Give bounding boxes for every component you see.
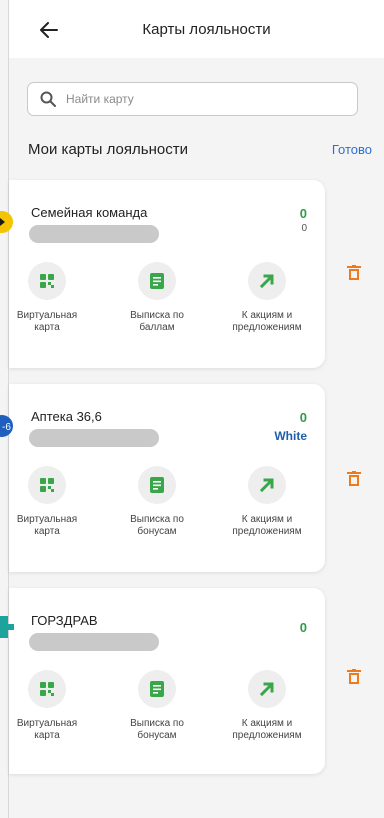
trash-icon: [347, 471, 361, 486]
card-number-masked: [29, 225, 159, 243]
arrow-up-right-icon: [260, 274, 274, 288]
card-actions: Виртуальная карта Выписка по бонусам К акц…: [9, 670, 325, 760]
action-label: предложениям: [232, 322, 302, 333]
card-points: 0: [299, 410, 307, 425]
delete-card-button[interactable]: [344, 666, 364, 688]
promotions-button[interactable]: К акциям и предложениям: [217, 670, 317, 742]
action-label: Выписка по: [130, 514, 184, 525]
bonus-statement-button[interactable]: Выписка по бонусам: [107, 670, 207, 742]
virtual-card-button[interactable]: Виртуальная карта: [0, 466, 97, 538]
trash-icon: [347, 669, 361, 684]
card-name: Семейная команда: [31, 205, 148, 220]
action-label: К акциям и: [241, 514, 293, 525]
action-label: Виртуальная: [16, 310, 78, 321]
arrow-up-right-icon: [260, 682, 274, 696]
arrow-up-right-icon: [260, 478, 274, 492]
promotions-button[interactable]: К акциям и предложениям: [217, 466, 317, 538]
loyalty-card[interactable]: Семейная команда 0 0 Виртуальная карта Вы…: [0, 180, 325, 368]
card-number-masked: [29, 633, 159, 651]
action-label: Выписка по: [130, 310, 184, 321]
action-label: К акциям и: [241, 718, 293, 729]
trash-icon: [347, 265, 361, 280]
virtual-card-button[interactable]: Виртуальная карта: [0, 670, 97, 742]
action-label: предложениям: [232, 730, 302, 741]
card-logo: [0, 612, 20, 640]
card-points: 0: [299, 620, 307, 635]
section-title: Мои карты лояльности: [28, 141, 188, 158]
delete-card-button[interactable]: [344, 468, 364, 490]
card-logo: [0, 208, 20, 236]
page-title: Карты лояльности: [142, 21, 271, 38]
qr-code-icon: [40, 682, 54, 696]
delete-card-button[interactable]: [344, 262, 364, 284]
action-label: карта: [34, 526, 60, 537]
card-actions: Виртуальная карта Выписка по баллам К акци…: [9, 262, 325, 352]
done-button[interactable]: Готово: [332, 142, 372, 157]
card-name: Аптека 36,6: [31, 409, 102, 424]
bonus-statement-button[interactable]: Выписка по бонусам: [107, 466, 207, 538]
qr-code-icon: [40, 274, 54, 288]
action-label: К акциям и: [241, 310, 293, 321]
logo-text: -6: [2, 422, 11, 433]
top-bar: Карты лояльности: [9, 0, 384, 58]
action-label: предложениям: [232, 526, 302, 537]
promotions-button[interactable]: К акциям и предложениям: [217, 262, 317, 334]
points-statement-button[interactable]: Выписка по баллам: [107, 262, 207, 334]
loyalty-card[interactable]: -6 Аптека 36,6 0 White Виртуальная карта …: [0, 384, 325, 572]
action-label: карта: [34, 730, 60, 741]
search-icon: [40, 91, 56, 107]
card-points: 0: [299, 206, 307, 221]
document-icon: [150, 477, 164, 493]
action-label: Виртуальная: [16, 514, 78, 525]
action-label: Виртуальная: [16, 718, 78, 729]
search-field[interactable]: [27, 82, 358, 116]
document-icon: [150, 273, 164, 289]
loyalty-card[interactable]: ГОРЗДРАВ 0 Виртуальная карта Выписка по бо…: [0, 588, 325, 774]
action-label: бонусам: [137, 526, 177, 537]
action-label: баллам: [139, 322, 175, 333]
search-input[interactable]: [64, 91, 328, 107]
action-label: бонусам: [137, 730, 177, 741]
action-label: Выписка по: [130, 718, 184, 729]
card-level: White: [274, 429, 307, 443]
virtual-card-button[interactable]: Виртуальная карта: [0, 262, 97, 334]
action-label: карта: [34, 322, 60, 333]
card-name: ГОРЗДРАВ: [31, 613, 98, 628]
card-sub-value: 0: [301, 223, 307, 234]
document-icon: [150, 681, 164, 697]
card-number-masked: [29, 429, 159, 447]
card-logo: -6: [0, 412, 20, 440]
qr-code-icon: [40, 478, 54, 492]
card-actions: Виртуальная карта Выписка по бонусам К акц…: [9, 466, 325, 556]
